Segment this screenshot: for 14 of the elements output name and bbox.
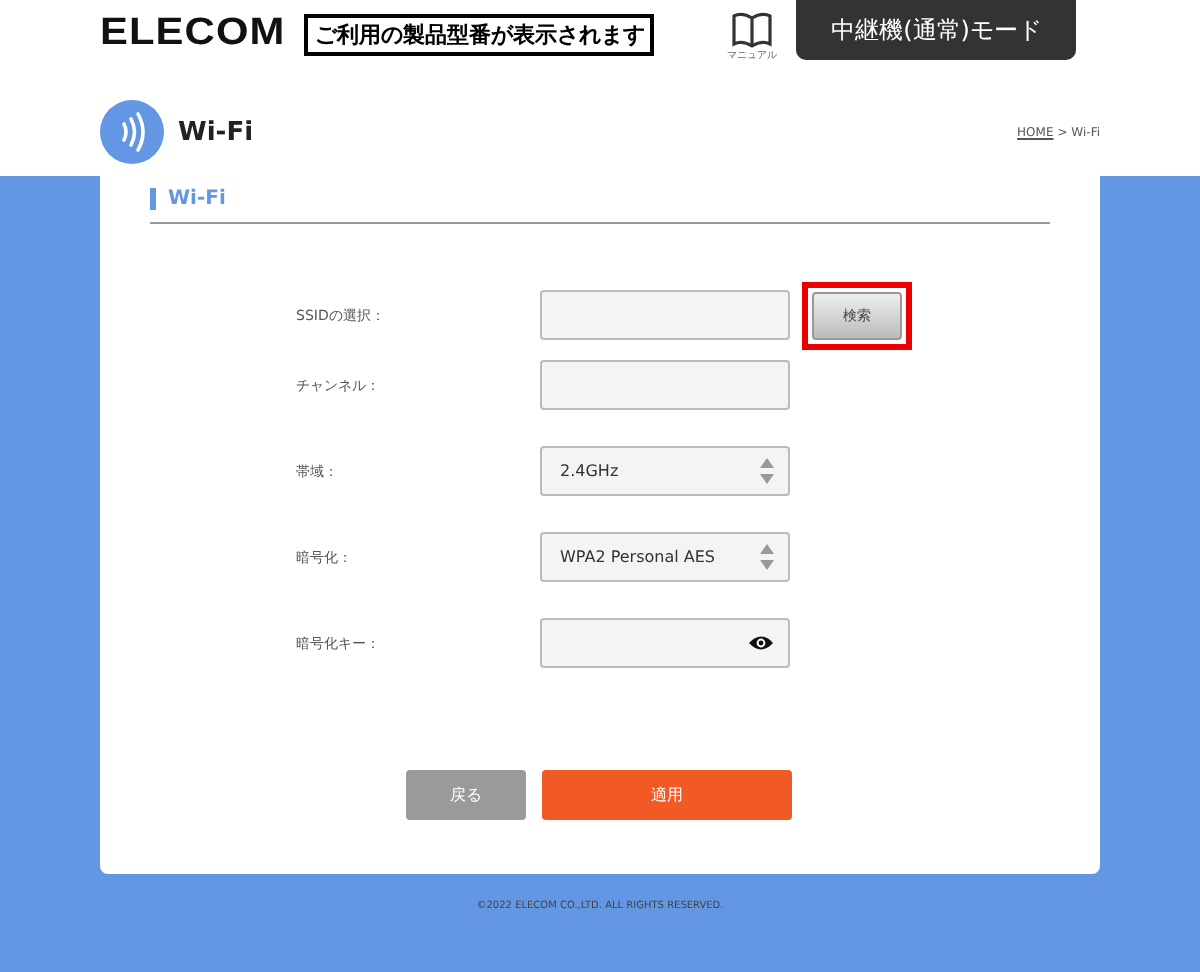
input-field[interactable]	[540, 360, 790, 410]
sort-arrows-icon	[760, 458, 774, 484]
eye-icon[interactable]	[748, 634, 774, 652]
model-notice: ご利用の製品型番が表示されます	[304, 13, 655, 55]
section-title: Wi-Fi	[150, 188, 226, 210]
mode-button[interactable]: 中継機(通常)モード	[796, 0, 1077, 60]
select-field[interactable]: 2.4GHz	[540, 446, 790, 496]
input-field[interactable]	[540, 290, 790, 340]
sort-arrows-icon	[760, 544, 774, 570]
brand-logo: ELECOM	[100, 12, 286, 56]
page-title: Wi-Fi	[178, 117, 254, 147]
password-field[interactable]	[540, 618, 790, 668]
select-field[interactable]: WPA2 Personal AES	[540, 532, 790, 582]
book-icon	[731, 11, 772, 47]
